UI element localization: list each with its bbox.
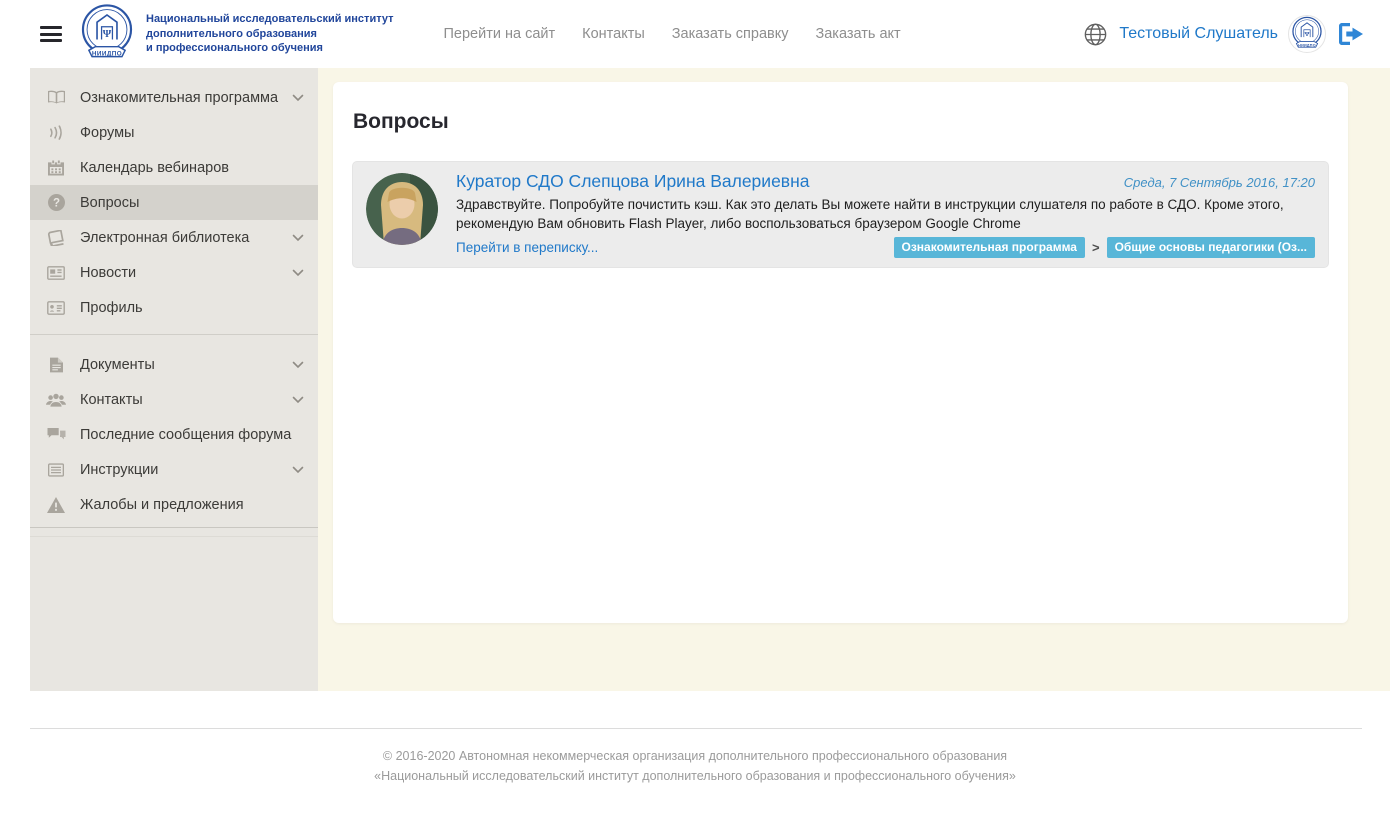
sidebar-group: Документы Контакты Последние сообщения фор… bbox=[30, 334, 318, 522]
comments-icon bbox=[45, 427, 67, 442]
top-nav-link-go-to-site[interactable]: Перейти на сайт bbox=[444, 26, 556, 42]
document-icon bbox=[45, 357, 67, 373]
newspaper-icon bbox=[45, 266, 67, 280]
chevron-down-icon bbox=[292, 396, 304, 404]
page-body: Ознакомительная программа Форумы Календарь… bbox=[0, 68, 1390, 691]
svg-text:?: ? bbox=[52, 198, 59, 210]
chevron-down-icon bbox=[292, 361, 304, 369]
go-to-conversation-link[interactable]: Перейти в переписку... bbox=[456, 240, 598, 255]
main-area: Вопросы Куратор СДО Слепцова Ирина Валер… bbox=[318, 68, 1390, 691]
institute-name-line: Национальный исследовательский институт bbox=[146, 12, 394, 27]
sidebar-item-label: Новости bbox=[80, 265, 136, 281]
sidebar-item-label: Контакты bbox=[80, 392, 143, 408]
sidebar-item-label: Документы bbox=[80, 357, 155, 373]
user-avatar[interactable]: Ψ НИИДПО bbox=[1288, 15, 1326, 53]
hamburger-menu-icon[interactable] bbox=[40, 23, 62, 46]
svg-text:НИИДПО: НИИДПО bbox=[92, 50, 122, 57]
top-nav: Перейти на сайт Контакты Заказать справку З… bbox=[444, 26, 901, 42]
sidebar-item-label: Последние сообщения форума bbox=[80, 427, 291, 443]
sidebar-item-e-library[interactable]: Электронная библиотека bbox=[30, 220, 318, 255]
warning-triangle-icon bbox=[45, 497, 67, 513]
tilted-book-icon bbox=[45, 230, 67, 246]
question-message-card: Куратор СДО Слепцова Ирина Валериевна Ср… bbox=[352, 161, 1329, 268]
sidebar-item-latest-forum-posts[interactable]: Последние сообщения форума bbox=[30, 417, 318, 452]
forum-waves-icon bbox=[45, 125, 67, 140]
calendar-icon bbox=[45, 160, 67, 176]
top-nav-link-order-act[interactable]: Заказать акт bbox=[815, 26, 900, 42]
sidebar-item-documents[interactable]: Документы bbox=[30, 347, 318, 382]
curator-avatar bbox=[366, 173, 438, 245]
course-tag-badge[interactable]: Ознакомительная программа bbox=[894, 237, 1085, 258]
header-user-area: Тестовый Слушатель Ψ НИИДПО bbox=[1084, 15, 1364, 53]
institute-name: Национальный исследовательский институт … bbox=[146, 12, 394, 56]
chevron-down-icon bbox=[292, 94, 304, 102]
sidebar-bottom-divider bbox=[30, 527, 318, 528]
sidebar-item-label: Профиль bbox=[80, 300, 143, 316]
message-author-link[interactable]: Куратор СДО Слепцова Ирина Валериевна bbox=[456, 171, 810, 192]
page-title: Вопросы bbox=[353, 110, 1348, 134]
sidebar-item-label: Ознакомительная программа bbox=[80, 90, 278, 106]
sidebar-item-label: Инструкции bbox=[80, 462, 158, 478]
message-body: Здравствуйте. Попробуйте почистить кэш. … bbox=[456, 195, 1315, 233]
id-card-icon bbox=[45, 301, 67, 315]
language-globe-icon[interactable] bbox=[1084, 23, 1107, 46]
footer-copyright-line: © 2016-2020 Автономная некоммерческая ор… bbox=[0, 746, 1390, 766]
sidebar-item-label: Электронная библиотека bbox=[80, 230, 249, 246]
message-content: Куратор СДО Слепцова Ирина Валериевна Ср… bbox=[456, 171, 1315, 258]
sidebar-item-forums[interactable]: Форумы bbox=[30, 115, 318, 150]
list-icon bbox=[45, 463, 67, 477]
footer-divider bbox=[30, 728, 1362, 729]
message-tags: Ознакомительная программа > Общие основы п… bbox=[894, 237, 1316, 258]
svg-text:НИИДПО: НИИДПО bbox=[1298, 43, 1316, 47]
sidebar-item-contacts-side[interactable]: Контакты bbox=[30, 382, 318, 417]
sidebar-group: Ознакомительная программа Форумы Календарь… bbox=[30, 80, 318, 325]
sidebar-item-intro-program[interactable]: Ознакомительная программа bbox=[30, 80, 318, 115]
institute-logo[interactable]: Ψ НИИДПО bbox=[78, 3, 136, 65]
institute-name-line: и профессионального обучения bbox=[146, 41, 394, 56]
sidebar-item-news[interactable]: Новости bbox=[30, 255, 318, 290]
course-tag-badge[interactable]: Общие основы педагогики (Оз... bbox=[1107, 237, 1315, 258]
sidebar-bottom-divider bbox=[30, 536, 318, 537]
institute-name-line: дополнительного образования bbox=[146, 27, 394, 42]
tag-separator: > bbox=[1092, 240, 1100, 255]
open-book-icon bbox=[45, 90, 67, 105]
sidebar-item-label: Жалобы и предложения bbox=[80, 497, 244, 513]
question-circle-icon: ? bbox=[45, 194, 67, 211]
sidebar-item-questions[interactable]: ? Вопросы bbox=[30, 185, 318, 220]
chevron-down-icon bbox=[292, 466, 304, 474]
content-card: Вопросы Куратор СДО Слепцова Ирина Валер… bbox=[333, 82, 1348, 623]
top-nav-link-order-certificate[interactable]: Заказать справку bbox=[672, 26, 789, 42]
users-icon bbox=[45, 393, 67, 407]
sidebar-item-instructions[interactable]: Инструкции bbox=[30, 452, 318, 487]
message-date: Среда, 7 Сентябрь 2016, 17:20 bbox=[1124, 175, 1315, 190]
sidebar-item-complaints[interactable]: Жалобы и предложения bbox=[30, 487, 318, 522]
sidebar-item-webinar-calendar[interactable]: Календарь вебинаров bbox=[30, 150, 318, 185]
logout-icon[interactable] bbox=[1338, 23, 1364, 45]
sidebar-item-label: Календарь вебинаров bbox=[80, 160, 229, 176]
sidebar-item-label: Форумы bbox=[80, 125, 134, 141]
chevron-down-icon bbox=[292, 269, 304, 277]
sidebar-item-label: Вопросы bbox=[80, 195, 139, 211]
top-nav-link-contacts[interactable]: Контакты bbox=[582, 26, 645, 42]
svg-text:Ψ: Ψ bbox=[1305, 31, 1310, 38]
user-name-link[interactable]: Тестовый Слушатель bbox=[1119, 25, 1278, 43]
sidebar: Ознакомительная программа Форумы Календарь… bbox=[30, 68, 318, 691]
chevron-down-icon bbox=[292, 234, 304, 242]
sidebar-item-profile[interactable]: Профиль bbox=[30, 290, 318, 325]
footer-institute-line: «Национальный исследовательский институт… bbox=[0, 766, 1390, 786]
footer: © 2016-2020 Автономная некоммерческая ор… bbox=[0, 746, 1390, 786]
header: Ψ НИИДПО Национальный исследовательский … bbox=[0, 0, 1390, 68]
svg-text:Ψ: Ψ bbox=[103, 28, 112, 40]
